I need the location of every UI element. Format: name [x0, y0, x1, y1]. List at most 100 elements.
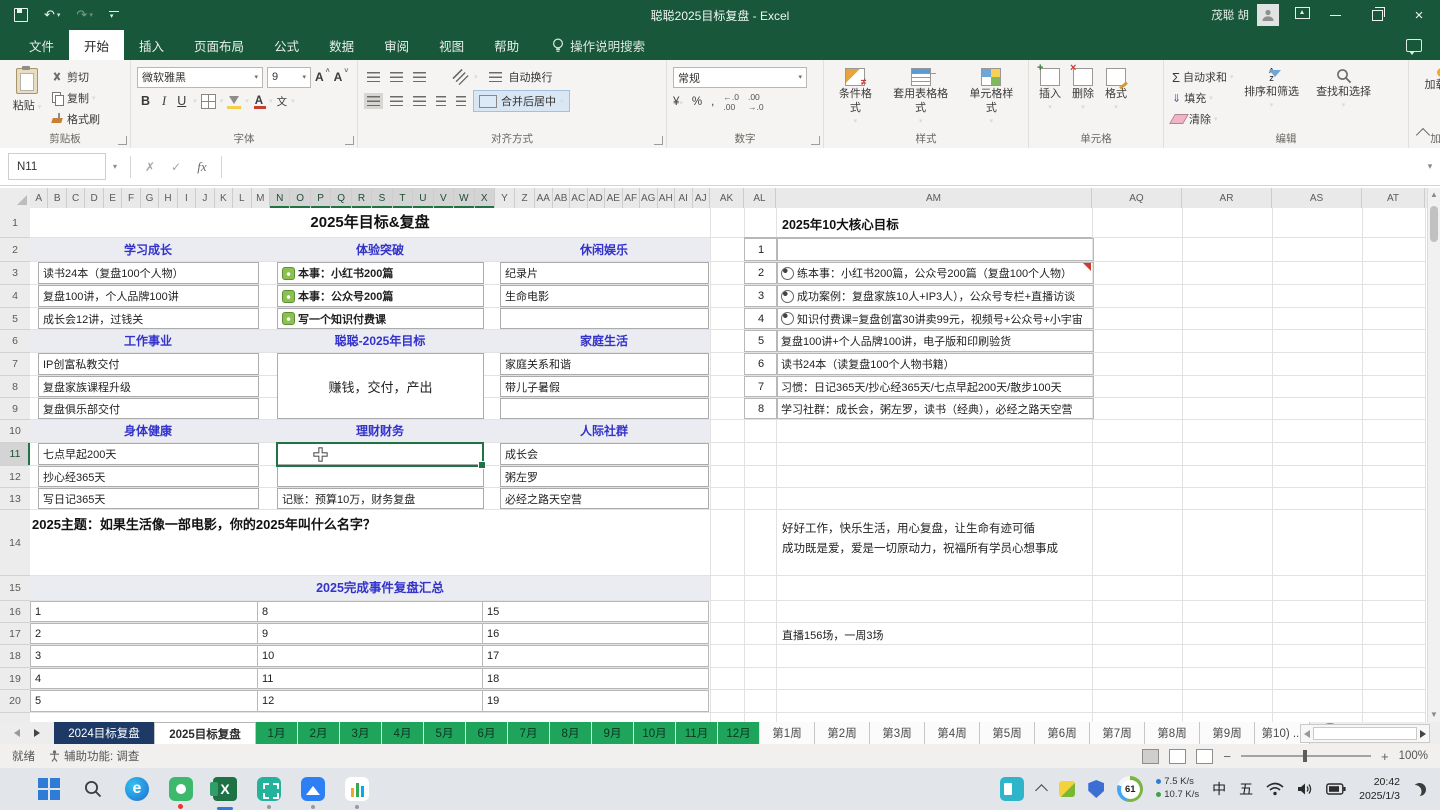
column-header-N[interactable]: N — [270, 188, 290, 208]
wrap-text-button[interactable]: 自动换行 — [482, 67, 557, 87]
merged-cell[interactable]: 赚钱，交付，产出 — [277, 353, 484, 419]
sheet-tab-第7周[interactable]: 第7周 — [1090, 722, 1145, 744]
page-break-view-button[interactable] — [1196, 749, 1213, 764]
delete-cells-button[interactable]: 删除▾ — [1068, 65, 1098, 132]
number-format-select[interactable]: 常规▾ — [673, 67, 807, 88]
italic-button[interactable]: I — [158, 94, 170, 109]
align-bottom-icon[interactable] — [413, 72, 426, 82]
cell[interactable] — [500, 308, 709, 329]
row-header-2[interactable]: 2 — [0, 238, 30, 262]
row-header-8[interactable]: 8 — [0, 376, 30, 398]
cell-styles-button[interactable]: 单元格样式▾ — [961, 65, 1022, 132]
goal-item[interactable]: 练本事：小红书200篇，公众号200篇（复盘100个人物） — [776, 262, 1094, 284]
column-header-I[interactable]: I — [178, 188, 196, 208]
cell[interactable]: 8 — [257, 601, 484, 622]
column-header-AS[interactable]: AS — [1272, 188, 1362, 208]
conditional-formatting-button[interactable]: 条件格式▾ — [830, 65, 881, 132]
percent-button[interactable]: % — [692, 96, 702, 108]
column-header-AE[interactable]: AE — [605, 188, 623, 208]
sort-filter-button[interactable]: AZ排序和筛选▾ — [1236, 65, 1308, 132]
sheet-tab-5月[interactable]: 5月 — [424, 722, 466, 744]
cell[interactable]: 写一个知识付费课 — [277, 308, 484, 329]
cell[interactable]: 抄心经365天 — [38, 466, 259, 487]
wubi-indicator[interactable]: 五 — [1239, 779, 1253, 799]
zoom-in-button[interactable]: + — [1381, 749, 1389, 764]
goal-item[interactable]: 习惯：日记365天/抄心经365天/七点早起200天/散步100天 — [776, 376, 1094, 397]
cell[interactable] — [500, 398, 709, 419]
start-button[interactable] — [36, 776, 62, 802]
cell[interactable]: 写日记365天 — [38, 488, 259, 509]
cell[interactable]: 带儿子暑假 — [500, 376, 709, 397]
sheet-tab-第4周[interactable]: 第4周 — [925, 722, 980, 744]
horizontal-scrollbar[interactable] — [1300, 724, 1430, 743]
minimize-button[interactable] — [1314, 0, 1356, 30]
column-header-AC[interactable]: AC — [570, 188, 588, 208]
row-header-4[interactable]: 4 — [0, 285, 30, 308]
horizontal-scroll-thumb[interactable] — [1313, 727, 1417, 740]
column-header-O[interactable]: O — [290, 188, 310, 208]
paste-button[interactable]: 粘贴 ▾ — [6, 65, 48, 132]
orientation-icon[interactable] — [452, 69, 468, 85]
addins-button[interactable]: 加载项 — [1415, 65, 1440, 93]
goal-item[interactable]: 读书24本（读复盘100个人物书籍） — [776, 353, 1094, 375]
zoom-thumb[interactable] — [1303, 750, 1307, 762]
decrease-indent-ic on[interactable] — [436, 96, 446, 106]
cut-button[interactable]: 剪切 — [48, 67, 102, 87]
dialog-launcher-icon[interactable] — [654, 136, 663, 145]
row-header-6[interactable]: 6 — [0, 330, 30, 353]
cell[interactable]: 12 — [257, 690, 484, 712]
clear-button[interactable]: 清除▾ — [1170, 109, 1236, 129]
snip-button[interactable] — [256, 776, 282, 802]
goal-item[interactable]: 复盘100讲+个人品牌100讲，电子版和印刷验货 — [776, 330, 1094, 352]
column-header-AM[interactable]: AM — [776, 188, 1092, 208]
sheet-tab-1月[interactable]: 1月 — [256, 722, 298, 744]
column-header-AD[interactable]: AD — [588, 188, 606, 208]
cell[interactable] — [277, 466, 484, 487]
row-header-3[interactable]: 3 — [0, 262, 30, 285]
column-header-Z[interactable]: Z — [515, 188, 535, 208]
ribbon-tab-帮助[interactable]: 帮助 — [479, 30, 534, 60]
decrease-decimal-button[interactable]: .00→.0 — [748, 92, 764, 112]
zoom-level[interactable]: 100% — [1399, 750, 1428, 762]
increase-indent-icon[interactable] — [456, 96, 466, 106]
select-all-corner[interactable] — [0, 188, 31, 208]
zoom-out-button[interactable]: − — [1223, 749, 1231, 764]
security-shield-icon[interactable] — [1088, 780, 1104, 798]
cell[interactable]: 16 — [482, 623, 709, 644]
customize-qat-button[interactable] — [109, 11, 119, 20]
column-header-J[interactable]: J — [196, 188, 214, 208]
cell[interactable]: 1 — [30, 601, 259, 622]
page-layout-view-button[interactable] — [1169, 749, 1186, 764]
align-top-icon[interactable] — [367, 72, 380, 82]
sheet-tab-2024目标复盘[interactable]: 2024目标复盘 — [54, 722, 155, 744]
column-header-C[interactable]: C — [67, 188, 85, 208]
goal-item[interactable] — [776, 238, 1094, 261]
cell[interactable]: 17 — [482, 645, 709, 667]
undo-button[interactable]: ↶▾ — [44, 7, 60, 23]
ribbon-tab-插入[interactable]: 插入 — [124, 30, 179, 60]
cell[interactable]: 粥左罗 — [500, 466, 709, 487]
sheet-grid[interactable]: 2025年目标&复盘2025年10大核心目标学习成长体验突破休闲娱乐读书24本（… — [30, 208, 1428, 722]
next-sheet-icon[interactable] — [34, 729, 40, 737]
save-button[interactable] — [14, 8, 28, 22]
cell[interactable]: 本事：公众号200篇 — [277, 285, 484, 307]
sheet-tab-第5周[interactable]: 第5周 — [980, 722, 1035, 744]
sheet-tab-第9周[interactable]: 第9周 — [1200, 722, 1255, 744]
ribbon-tab-数据[interactable]: 数据 — [314, 30, 369, 60]
scroll-up-icon[interactable]: ▲ — [1428, 188, 1440, 202]
row-header-12[interactable]: 12 — [0, 466, 30, 488]
format-as-table-button[interactable]: 套用表格格式▾ — [885, 65, 957, 132]
goal-item[interactable]: 学习社群：成长会，粥左罗，读书（经典），必经之路天空营 — [776, 398, 1094, 419]
column-header-AB[interactable]: AB — [553, 188, 571, 208]
cell[interactable]: 成长会 — [500, 443, 709, 465]
row-header-16[interactable]: 16 — [0, 601, 30, 623]
insert-cells-button[interactable]: 插入▾ — [1035, 65, 1065, 132]
column-header-G[interactable]: G — [141, 188, 159, 208]
row-header-20[interactable]: 20 — [0, 690, 30, 713]
vertical-scrollbar[interactable]: ▲ ▼ — [1427, 188, 1440, 722]
sheet-tab-11月[interactable]: 11月 — [676, 722, 718, 744]
column-header-Q[interactable]: Q — [331, 188, 351, 208]
cell[interactable]: 读书24本（复盘100个人物） — [38, 262, 259, 284]
cell[interactable]: 11 — [257, 668, 484, 689]
row-header-1[interactable]: 1 — [0, 208, 30, 238]
